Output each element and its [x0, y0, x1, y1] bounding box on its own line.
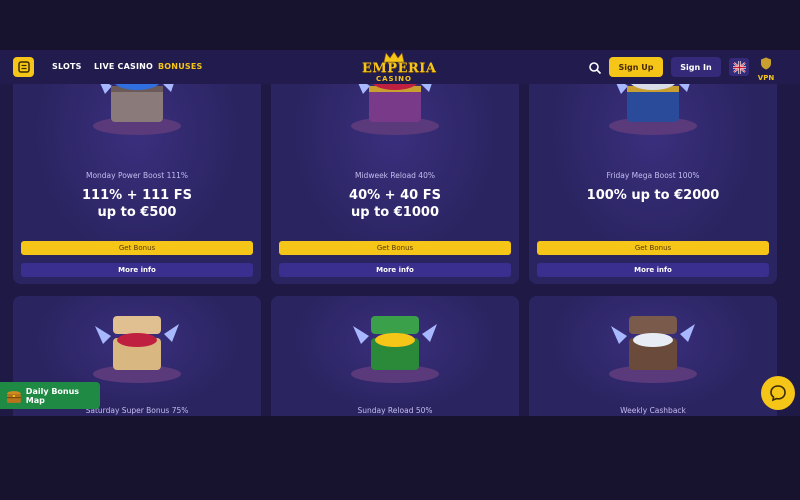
chat-icon — [770, 385, 786, 402]
card-amount-line2: up to €1000 — [351, 205, 439, 220]
treasure-chest-silver-coins-icon — [609, 316, 697, 383]
logo-subtext: CASINO — [375, 75, 412, 83]
sign-up-button[interactable]: Sign Up — [609, 57, 663, 77]
sign-in-button[interactable]: Sign In — [671, 57, 721, 77]
language-selector[interactable] — [729, 58, 749, 76]
bonus-card-sunday: Sunday Reload 50% — [271, 296, 519, 416]
nav-slots[interactable]: SLOTS — [52, 62, 82, 71]
card-amount-line1: 111% + 111 FS — [81, 188, 192, 203]
treasure-chest-icon — [6, 390, 21, 403]
card-amount-line1: 40% + 40 FS — [349, 188, 441, 203]
more-info-button[interactable]: More info — [537, 263, 769, 277]
card-amount-line1: 100% up to €2000 — [586, 188, 720, 203]
nav-bonuses[interactable]: BONUSES — [158, 62, 202, 71]
menu-button[interactable] — [13, 57, 34, 77]
site-logo[interactable]: EMPERIA CASINO — [362, 51, 437, 91]
site-header: SLOTS LIVE CASINO BONUSES EMPERIA CASINO… — [0, 50, 800, 84]
get-bonus-button[interactable]: Get Bonus — [21, 241, 253, 255]
more-info-button[interactable]: More info — [279, 263, 511, 277]
vpn-badge[interactable]: VPN — [756, 55, 776, 82]
bonus-card-friday: Friday Mega Boost 100% 100% up to €2000 … — [529, 50, 777, 284]
card-title: Monday Power Boost 111% — [85, 171, 189, 180]
card-title: Midweek Reload 40% — [355, 171, 435, 180]
treasure-chest-gold-coins-icon — [351, 316, 439, 383]
get-bonus-button[interactable]: Get Bonus — [537, 241, 769, 255]
shield-icon — [761, 57, 771, 70]
logo-text: EMPERIA — [362, 61, 437, 76]
bonus-card-weekly-cashback: Weekly Cashback — [529, 296, 777, 416]
uk-flag-icon — [732, 60, 746, 74]
top-strip — [0, 0, 800, 50]
bonus-grid: Monday Power Boost 111% 111% + 111 FS up… — [0, 50, 800, 416]
nav-live-casino[interactable]: LIVE CASINO — [94, 62, 153, 71]
card-amount-line2: up to €500 — [97, 205, 177, 220]
vpn-label: VPN — [757, 74, 775, 82]
get-bonus-button[interactable]: Get Bonus — [279, 241, 511, 255]
card-title: Sunday Reload 50% — [357, 406, 433, 415]
more-info-button[interactable]: More info — [21, 263, 253, 277]
card-title: Friday Mega Boost 100% — [606, 171, 700, 180]
search-icon[interactable] — [588, 61, 602, 75]
chat-button[interactable] — [761, 376, 795, 410]
bonus-card-monday: Monday Power Boost 111% 111% + 111 FS up… — [13, 50, 261, 284]
daily-bonus-map-button[interactable]: Daily Bonus Map — [0, 382, 100, 409]
card-title: Weekly Cashback — [620, 406, 686, 415]
treasure-chest-red-gems-icon — [93, 316, 181, 383]
daily-bonus-map-label: Daily Bonus Map — [25, 386, 80, 405]
bottom-strip — [0, 416, 800, 500]
menu-icon — [17, 61, 30, 73]
